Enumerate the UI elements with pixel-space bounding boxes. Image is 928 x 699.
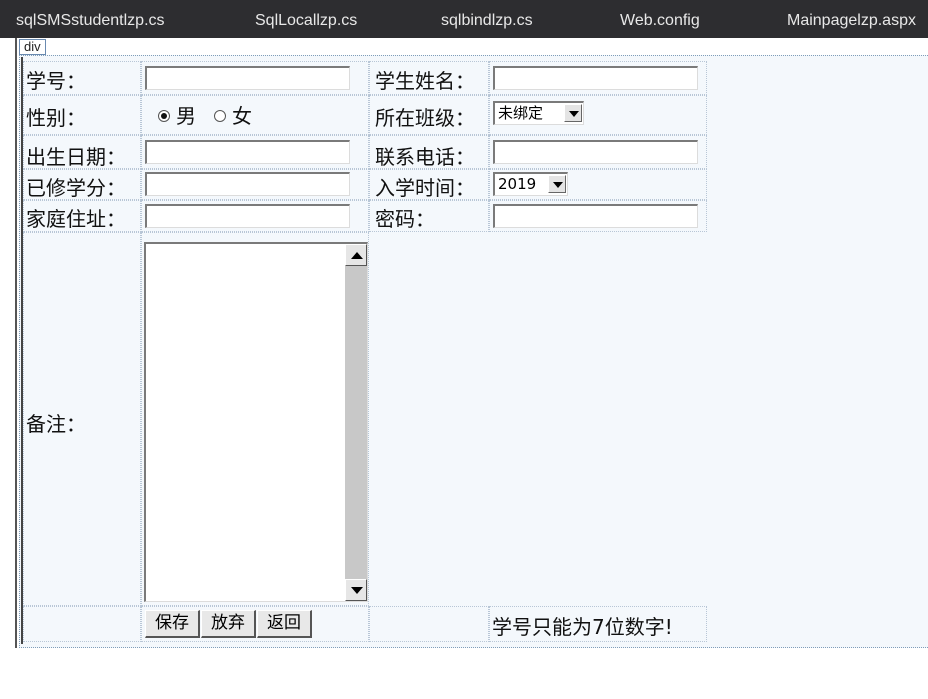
student-id-input[interactable] bbox=[145, 66, 350, 90]
back-button[interactable]: 返回 bbox=[257, 610, 312, 638]
birth-date-input[interactable] bbox=[145, 140, 350, 164]
credits-input[interactable] bbox=[145, 172, 350, 196]
password-input[interactable] bbox=[493, 204, 698, 228]
tab-mainpagelzp-aspx[interactable]: Mainpagelzp.aspx bbox=[787, 0, 916, 38]
tab-sqlbindlzp-cs[interactable]: sqlbindlzp.cs bbox=[441, 0, 533, 38]
gender-male-radio[interactable] bbox=[158, 110, 170, 122]
discard-button[interactable]: 放弃 bbox=[201, 610, 256, 638]
notes-textarea[interactable] bbox=[144, 242, 368, 602]
scroll-up-button[interactable] bbox=[345, 244, 367, 266]
arrow-down-icon bbox=[351, 587, 363, 594]
enroll-time-label: 入学时间： bbox=[375, 176, 475, 200]
birth-date-label: 出生日期： bbox=[26, 145, 126, 169]
enroll-year-select-value: 2019 bbox=[498, 175, 537, 193]
table-cell bbox=[369, 606, 489, 642]
gender-male-label: 男 bbox=[176, 104, 196, 128]
editor-left-margin bbox=[15, 38, 17, 648]
password-label: 密码： bbox=[375, 207, 435, 231]
student-id-label: 学号： bbox=[26, 69, 86, 93]
save-button[interactable]: 保存 bbox=[145, 610, 200, 638]
student-name-label: 学生姓名： bbox=[375, 69, 475, 93]
phone-input[interactable] bbox=[493, 140, 698, 164]
class-select[interactable]: 未绑定 bbox=[493, 101, 584, 125]
address-label: 家庭住址： bbox=[26, 207, 126, 231]
div-element-tag[interactable]: div bbox=[19, 39, 46, 55]
address-input[interactable] bbox=[145, 204, 350, 228]
gender-female-radio[interactable] bbox=[214, 110, 226, 122]
enroll-year-dropdown-button[interactable] bbox=[548, 175, 566, 193]
document-tab-bar: sqlSMSstudentlzp.cs SqlLocallzp.cs sqlbi… bbox=[0, 0, 928, 38]
phone-label: 联系电话： bbox=[375, 145, 475, 169]
tab-web-config[interactable]: Web.config bbox=[620, 0, 700, 38]
gender-female-label: 女 bbox=[232, 104, 252, 128]
tab-sqllocallzp-cs[interactable]: SqlLocallzp.cs bbox=[255, 0, 357, 38]
enroll-year-select[interactable]: 2019 bbox=[493, 172, 568, 196]
table-cell bbox=[23, 606, 141, 642]
scroll-down-button[interactable] bbox=[345, 579, 367, 601]
class-label: 所在班级： bbox=[375, 106, 475, 130]
chevron-down-icon bbox=[569, 111, 579, 117]
arrow-up-icon bbox=[351, 252, 363, 259]
credits-label: 已修学分： bbox=[26, 176, 126, 200]
class-select-dropdown-button[interactable] bbox=[564, 104, 582, 122]
student-name-input[interactable] bbox=[493, 66, 698, 90]
notes-label: 备注： bbox=[26, 412, 86, 436]
chevron-down-icon bbox=[553, 182, 563, 188]
gender-label: 性别： bbox=[26, 106, 86, 130]
tab-sqlsmsstudentlzp-cs[interactable]: sqlSMSstudentlzp.cs bbox=[16, 0, 165, 38]
validation-message: 学号只能为7位数字! bbox=[492, 615, 673, 639]
notes-scrollbar[interactable] bbox=[345, 244, 367, 601]
class-select-value: 未绑定 bbox=[498, 104, 544, 122]
